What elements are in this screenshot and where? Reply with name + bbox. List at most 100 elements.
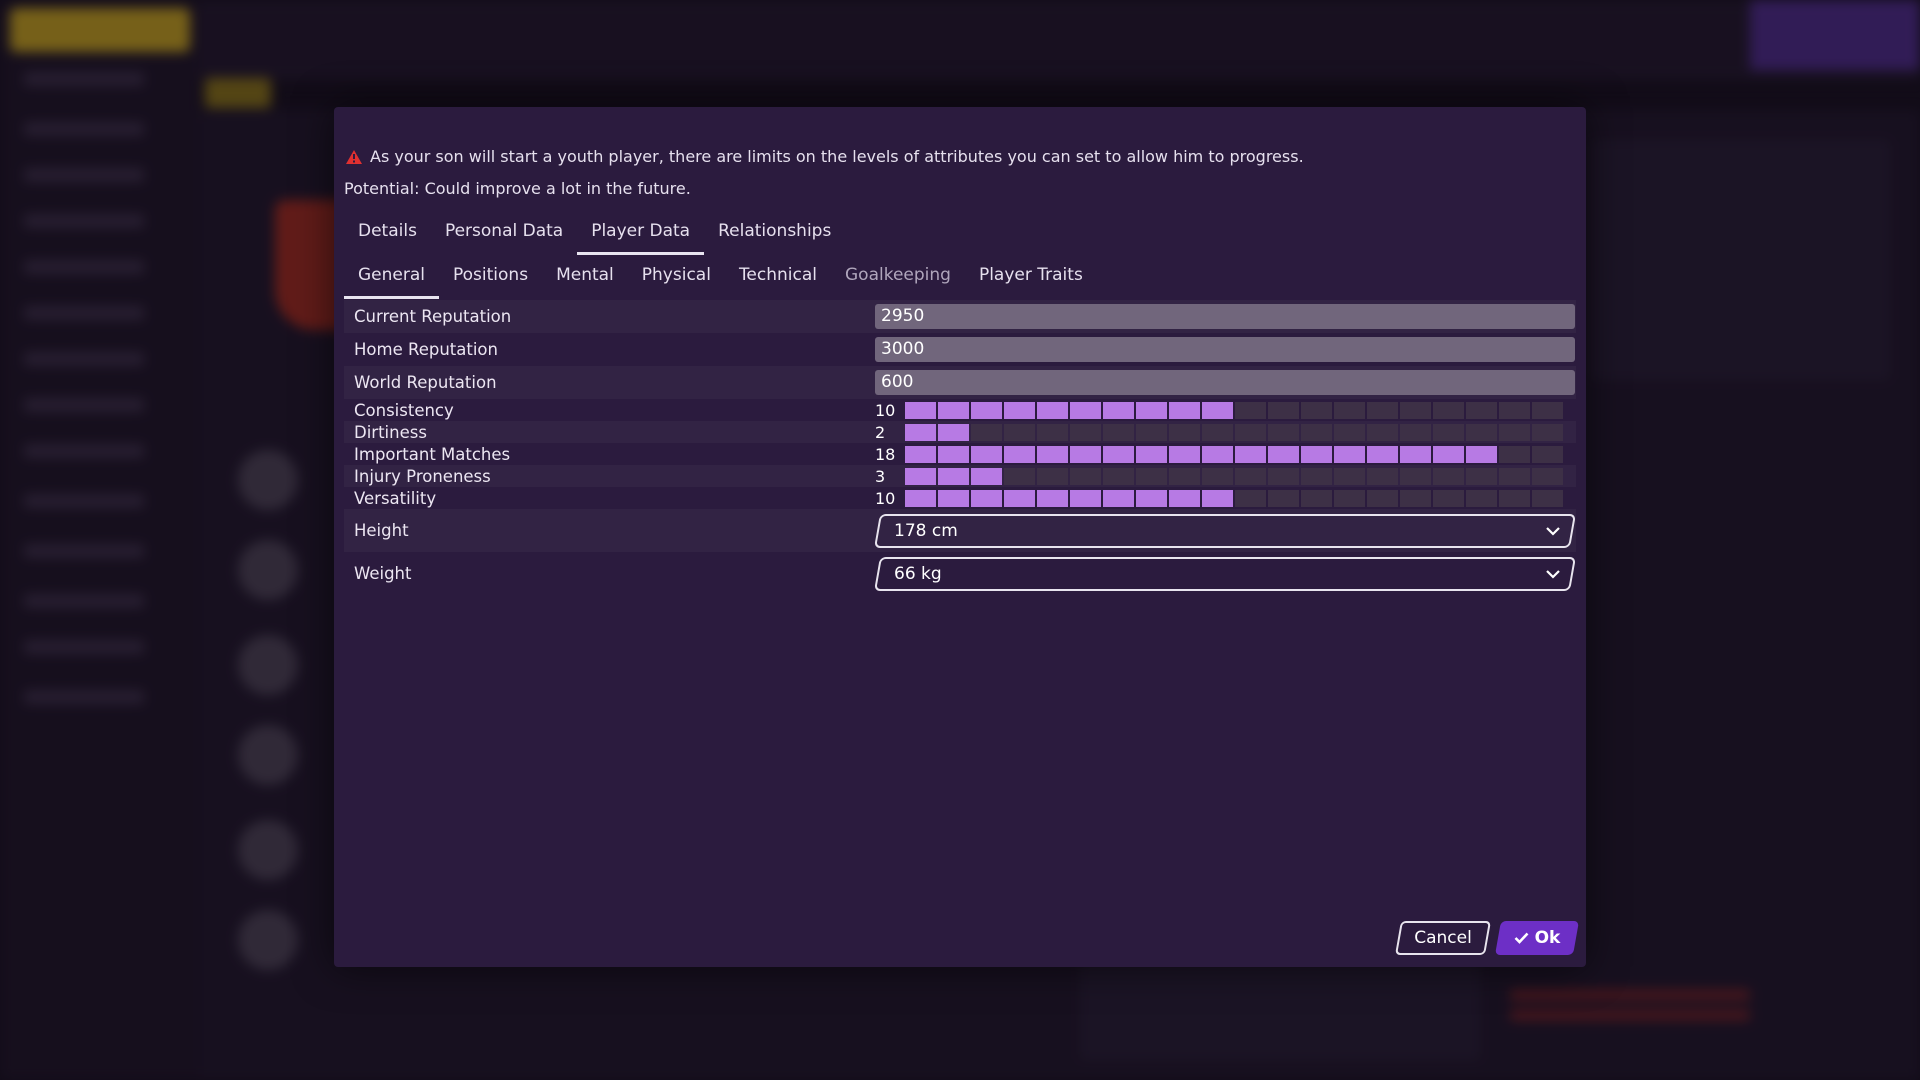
bar-segment[interactable] [1499,445,1530,463]
tab-player-traits[interactable]: Player Traits [965,255,1097,297]
bar-segment[interactable] [905,401,936,419]
bar-segment[interactable] [1202,423,1233,441]
bar-segment[interactable] [1499,423,1530,441]
bar-segment[interactable] [971,445,1002,463]
bar-segment[interactable] [1004,467,1035,485]
bar-segment[interactable] [1301,489,1332,507]
bar-segment[interactable] [1367,401,1398,419]
bar-segment[interactable] [1070,401,1101,419]
bar-segment[interactable] [1400,467,1431,485]
bar-segment[interactable] [1532,401,1563,419]
injury-proneness-bar[interactable] [905,467,1563,485]
versatility-bar[interactable] [905,489,1563,507]
bar-segment[interactable] [1268,489,1299,507]
bar-segment[interactable] [1235,467,1266,485]
bar-segment[interactable] [1136,401,1167,419]
bar-segment[interactable] [1070,489,1101,507]
bar-segment[interactable] [1268,467,1299,485]
bar-segment[interactable] [971,423,1002,441]
bar-segment[interactable] [1301,467,1332,485]
bar-segment[interactable] [1169,401,1200,419]
bar-segment[interactable] [1037,445,1068,463]
bar-segment[interactable] [1202,467,1233,485]
bar-segment[interactable] [1466,445,1497,463]
bar-segment[interactable] [1103,445,1134,463]
tab-mental[interactable]: Mental [542,255,628,297]
bar-segment[interactable] [1169,423,1200,441]
bar-segment[interactable] [1301,401,1332,419]
bar-segment[interactable] [971,489,1002,507]
bar-segment[interactable] [1532,445,1563,463]
bar-segment[interactable] [905,489,936,507]
tab-goalkeeping[interactable]: Goalkeeping [831,255,965,297]
bar-segment[interactable] [1268,445,1299,463]
bar-segment[interactable] [1103,489,1134,507]
bar-segment[interactable] [1367,445,1398,463]
bar-segment[interactable] [1136,489,1167,507]
bar-segment[interactable] [1367,423,1398,441]
tab-player-data[interactable]: Player Data [577,211,705,255]
bar-segment[interactable] [1532,489,1563,507]
tab-general[interactable]: General [344,255,439,299]
bar-segment[interactable] [1433,401,1464,419]
bar-segment[interactable] [905,467,936,485]
bar-segment[interactable] [938,423,969,441]
bar-segment[interactable] [1400,401,1431,419]
bar-segment[interactable] [1466,489,1497,507]
tab-details[interactable]: Details [344,211,431,253]
current-reputation-input[interactable]: 2950 [875,304,1575,329]
bar-segment[interactable] [1499,489,1530,507]
ok-button-content[interactable]: Ok [1498,921,1576,955]
cancel-button-label[interactable]: Cancel [1398,921,1488,955]
bar-segment[interactable] [1037,423,1068,441]
bar-segment[interactable] [1136,423,1167,441]
bar-segment[interactable] [1070,423,1101,441]
tab-relationships[interactable]: Relationships [704,211,845,253]
bar-segment[interactable] [1235,445,1266,463]
bar-segment[interactable] [1169,445,1200,463]
bar-segment[interactable] [1400,445,1431,463]
consistency-bar[interactable] [905,401,1563,419]
bar-segment[interactable] [938,401,969,419]
bar-segment[interactable] [1367,467,1398,485]
bar-segment[interactable] [905,445,936,463]
bar-segment[interactable] [1499,467,1530,485]
bar-segment[interactable] [1004,489,1035,507]
bar-segment[interactable] [1301,445,1332,463]
tab-positions[interactable]: Positions [439,255,542,297]
bar-segment[interactable] [1235,489,1266,507]
bar-segment[interactable] [1466,467,1497,485]
bar-segment[interactable] [1202,489,1233,507]
bar-segment[interactable] [1532,423,1563,441]
bar-segment[interactable] [938,489,969,507]
bar-segment[interactable] [1433,467,1464,485]
bar-segment[interactable] [1070,467,1101,485]
bar-segment[interactable] [1202,445,1233,463]
bar-segment[interactable] [1268,423,1299,441]
bar-segment[interactable] [938,467,969,485]
bar-segment[interactable] [1433,489,1464,507]
bar-segment[interactable] [1334,401,1365,419]
bar-segment[interactable] [1169,489,1200,507]
bar-segment[interactable] [938,445,969,463]
bar-segment[interactable] [1235,401,1266,419]
bar-segment[interactable] [1400,489,1431,507]
bar-segment[interactable] [1235,423,1266,441]
bar-segment[interactable] [1037,489,1068,507]
bar-segment[interactable] [1103,401,1134,419]
bar-segment[interactable] [1268,401,1299,419]
bar-segment[interactable] [1334,467,1365,485]
bar-segment[interactable] [1037,467,1068,485]
bar-segment[interactable] [1037,401,1068,419]
bar-segment[interactable] [1136,445,1167,463]
bar-segment[interactable] [905,423,936,441]
important-matches-bar[interactable] [905,445,1563,463]
weight-select[interactable] [874,556,1576,591]
bar-segment[interactable] [971,401,1002,419]
bar-segment[interactable] [1433,445,1464,463]
bar-segment[interactable] [1367,489,1398,507]
bar-segment[interactable] [971,467,1002,485]
tab-personal-data[interactable]: Personal Data [431,211,577,253]
bar-segment[interactable] [1004,401,1035,419]
home-reputation-input[interactable]: 3000 [875,337,1575,362]
